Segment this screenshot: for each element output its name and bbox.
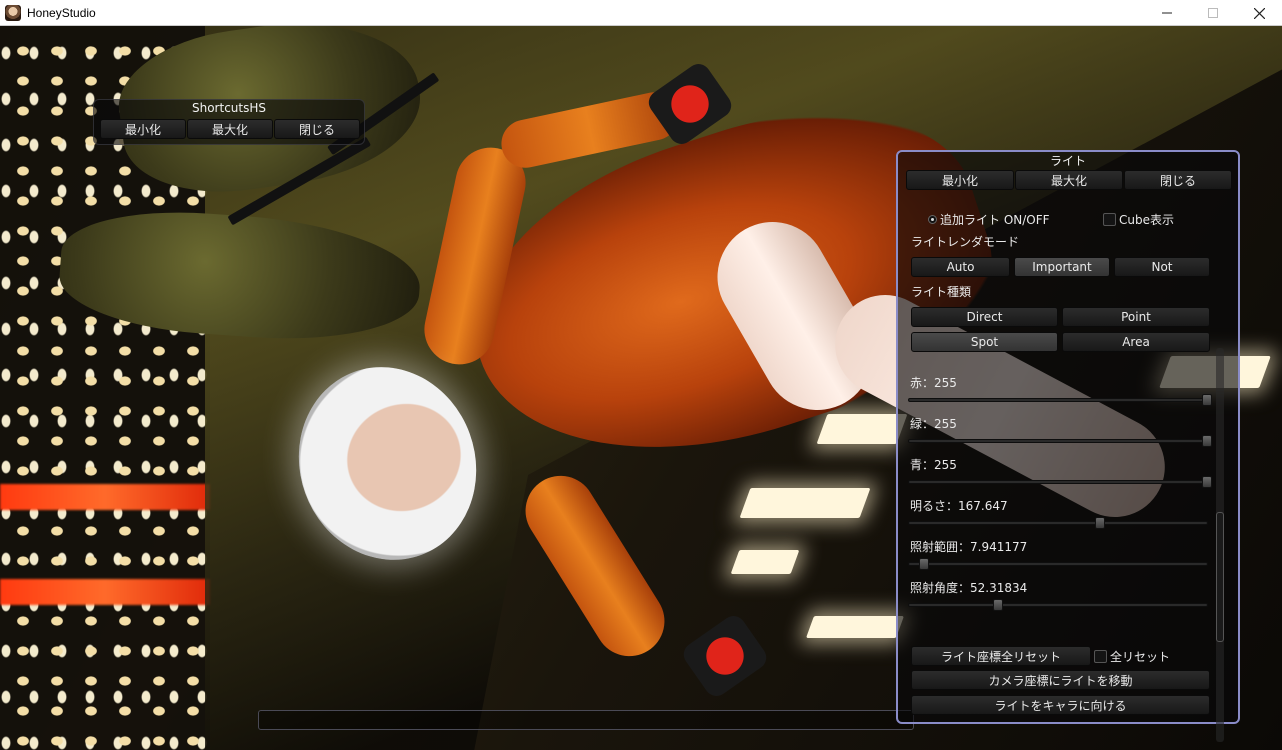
scene-ceiling-light: [816, 414, 908, 444]
blue-slider-thumb[interactable]: [1202, 476, 1212, 488]
minimize-icon: [1162, 12, 1172, 14]
blue-slider[interactable]: [898, 476, 1218, 490]
bottom-input-bar[interactable]: [258, 710, 914, 730]
move-light-to-camera-button[interactable]: カメラ座標にライトを移動: [911, 670, 1210, 690]
render-mode-auto-button[interactable]: Auto: [911, 257, 1010, 277]
light-minimize-button[interactable]: 最小化: [906, 170, 1014, 190]
render-mode-not-button[interactable]: Not: [1114, 257, 1210, 277]
shortcuts-minimize-button[interactable]: 最小化: [100, 119, 186, 139]
light-type-point-button[interactable]: Point: [1062, 307, 1210, 327]
light-close-button[interactable]: 閉じる: [1124, 170, 1232, 190]
scene-glove: [679, 611, 771, 701]
light-panel-scrollbar-thumb[interactable]: [1216, 511, 1224, 642]
shortcuts-panel: ShortcutsHS 最小化 最大化 閉じる: [93, 99, 365, 145]
window-close-button[interactable]: [1236, 0, 1282, 26]
brightness-slider-label: 明るさ：167.647: [910, 499, 1008, 513]
blue-slider-label: 青：255: [910, 458, 957, 472]
green-slider-thumb[interactable]: [1202, 435, 1212, 447]
range-slider-thumb[interactable]: [918, 558, 929, 570]
reset-all-toggle-label: 全リセット: [1110, 650, 1171, 664]
scene-ceiling-light: [805, 616, 905, 638]
angle-slider-thumb[interactable]: [993, 599, 1004, 611]
window-maximize-button[interactable]: [1190, 0, 1236, 26]
brightness-slider[interactable]: [898, 517, 1218, 531]
aim-light-at-character-button[interactable]: ライトをキャラに向ける: [911, 695, 1210, 715]
red-slider-label: 赤：255: [910, 376, 957, 390]
add-light-toggle-label: 追加ライト ON/OFF: [940, 213, 1050, 227]
brightness-slider-thumb[interactable]: [1094, 517, 1105, 529]
cube-display-toggle[interactable]: Cube表示: [1103, 211, 1174, 228]
light-panel: ライト 最小化 最大化 閉じる 追加ライト ON/OFF Cube表示 ライトレ…: [896, 150, 1240, 742]
radio-on-icon: [928, 215, 937, 224]
add-light-toggle[interactable]: 追加ライト ON/OFF: [928, 211, 1050, 228]
close-icon: [1253, 7, 1265, 19]
shortcuts-close-button[interactable]: 閉じる: [274, 119, 360, 139]
light-panel-scrollbar[interactable]: [1216, 348, 1224, 742]
scene-ceiling-light: [730, 550, 800, 574]
angle-slider[interactable]: [898, 599, 1218, 613]
window-controls: [1144, 0, 1282, 26]
scene-character-arm: [512, 462, 678, 670]
light-type-area-button[interactable]: Area: [1062, 332, 1210, 352]
window-minimize-button[interactable]: [1144, 0, 1190, 26]
range-slider-label: 照射範囲：7.941177: [910, 540, 1028, 554]
scene-ceiling-light: [739, 488, 871, 518]
shortcuts-maximize-button[interactable]: 最大化: [187, 119, 273, 139]
green-slider[interactable]: [898, 435, 1218, 449]
red-slider-thumb[interactable]: [1202, 394, 1212, 406]
app-icon: [5, 4, 21, 21]
light-maximize-button[interactable]: 最大化: [1015, 170, 1123, 190]
range-slider[interactable]: [898, 558, 1218, 572]
shortcuts-panel-title: ShortcutsHS: [191, 101, 266, 115]
light-type-spot-button[interactable]: Spot: [911, 332, 1058, 352]
angle-slider-label: 照射角度：52.31834: [910, 581, 1028, 595]
render-mode-important-button[interactable]: Important: [1014, 257, 1110, 277]
light-panel-title: ライト: [1049, 154, 1086, 168]
render-mode-label: ライトレンダモード: [911, 235, 1020, 249]
scene-neon-stripe: [0, 484, 210, 510]
light-type-label: ライト種類: [911, 285, 972, 299]
reset-light-position-button[interactable]: ライト座標全リセット: [911, 646, 1091, 666]
checkbox-icon: [1103, 213, 1116, 226]
green-slider-label: 緑：255: [910, 417, 957, 431]
window-title: HoneyStudio: [27, 5, 96, 20]
light-type-direct-button[interactable]: Direct: [911, 307, 1058, 327]
window-titlebar: HoneyStudio: [0, 0, 1282, 26]
cube-display-toggle-label: Cube表示: [1119, 213, 1174, 227]
reset-all-toggle[interactable]: 全リセット: [1094, 648, 1170, 665]
red-slider[interactable]: [898, 394, 1218, 408]
scene-neon-stripe: [0, 579, 210, 605]
maximize-icon: [1208, 8, 1218, 18]
checkbox-icon: [1094, 650, 1107, 663]
